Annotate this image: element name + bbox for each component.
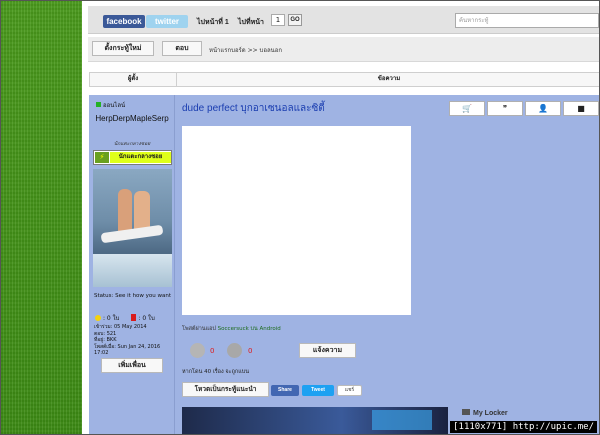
card-counts: : 0 ใบ : 0 ใบ [95, 313, 155, 323]
promote-topic-button[interactable]: โหวตเป็นกระทู้แนะนำ [182, 382, 269, 397]
embedded-video[interactable] [182, 126, 411, 315]
upic-watermark: [1110x771] http://upic.me/ [450, 421, 597, 433]
grass-background [0, 0, 82, 435]
action-bar: ตั้งกระทู้ใหม่ ตอบ หน้าแรกบอร์ด >> บอลนอ… [88, 36, 600, 62]
dislike-face-icon[interactable] [227, 343, 242, 358]
last-post-date: โพสต์เมื่อ: Sun Jan 24, 2016 17:02 [94, 343, 161, 357]
rank-title: นักแตะกลางซอย [113, 141, 151, 147]
page-info: ไปหน้าที่ 1 [197, 19, 229, 26]
breadcrumb[interactable]: หน้าแรกบอร์ด >> บอลนอก [209, 45, 282, 55]
yellow-card-count: : 0 ใบ [103, 315, 120, 322]
google-share-button[interactable]: แชร์ [337, 385, 362, 396]
posted-from: โพสต์ผ่านแอป Soccersuck บน Android [182, 325, 281, 333]
online-dot-icon [96, 102, 101, 107]
my-locker-label: My Locker [473, 410, 508, 417]
search-input[interactable]: ค้นหากระทู้ [455, 13, 599, 28]
facebook-button[interactable]: facebook [103, 15, 145, 28]
my-locker[interactable]: My Locker [462, 409, 508, 417]
user-icon[interactable]: 👤 [525, 101, 561, 116]
online-status: ออนไลน์ [96, 100, 125, 110]
avatar-water [93, 254, 172, 287]
forum-page: facebook twitter ไปหน้าที่ 1 ไปที่หน้า 1… [82, 0, 600, 435]
post-content: dude perfect บุกอาเซนอลและซิตี้ 🛒 ❞ 👤 ■ … [182, 95, 600, 435]
table-header: ผู้ตั้ง ข้อความ [89, 72, 600, 87]
rank-badge: ⚡ นักแตะกลางซอย [93, 150, 172, 165]
reply-button[interactable]: ตอบ [162, 41, 202, 56]
yellow-card-icon [95, 315, 101, 321]
signature-image [182, 407, 448, 435]
author-column-header: ผู้ตั้ง [90, 73, 177, 86]
new-topic-button[interactable]: ตั้งกระทู้ใหม่ [92, 41, 154, 56]
quote-icon[interactable]: ❞ [487, 101, 523, 116]
report-button[interactable]: แจ้งความ [299, 343, 356, 358]
message-column-header: ข้อความ [377, 76, 401, 82]
facebook-share-button[interactable]: Share [271, 385, 299, 396]
rank-badge-label: นักแตะกลางซอย [110, 152, 171, 163]
page-number-input[interactable]: 1 [271, 14, 285, 26]
message-icon[interactable]: ■ [563, 101, 599, 116]
locker-icon [462, 409, 470, 415]
online-label: ออนไลน์ [103, 102, 126, 109]
twitter-button[interactable]: twitter [146, 15, 188, 28]
signature-glow [372, 410, 432, 430]
kick-icon: ⚡ [95, 152, 109, 163]
red-card-icon [131, 314, 137, 321]
like-count: 0 [210, 347, 215, 355]
go-button[interactable]: GO [288, 14, 302, 26]
avatar [93, 169, 172, 287]
like-face-icon[interactable] [190, 343, 205, 358]
cart-icon[interactable]: 🛒 [449, 101, 485, 116]
red-card-count: : 0 ใบ [138, 315, 155, 322]
post-title[interactable]: dude perfect บุกอาเซนอลและซิตี้ [182, 101, 325, 116]
add-friend-button[interactable]: เพิ่มเพื่อน [101, 358, 163, 373]
tweet-button[interactable]: Tweet [302, 385, 334, 396]
ban-warning-text: หากโดน 40 เรื่อง จะถูกแบน [182, 369, 250, 375]
posted-from-prefix: โพสต์ผ่านแอป [182, 326, 218, 332]
post-tools: 🛒 ❞ 👤 ■ [449, 101, 600, 116]
username[interactable]: HerpDerpMapleSerp [92, 114, 172, 124]
avatar-board [100, 224, 164, 244]
post-row: ออนไลน์ HerpDerpMapleSerp นักแตะกลางซอย … [89, 95, 600, 435]
user-status: Status: See it how you want [94, 293, 172, 299]
top-bar: facebook twitter ไปหน้าที่ 1 ไปที่หน้า 1… [88, 6, 600, 34]
user-meta: เข้าร่วม: 05 May 2014 ตอบ: 521 ที่อยู่: … [94, 324, 174, 357]
goto-page-label: ไปที่หน้า [238, 19, 264, 26]
author-profile: ออนไลน์ HerpDerpMapleSerp นักแตะกลางซอย … [89, 95, 175, 435]
dislike-count: 0 [248, 347, 253, 355]
posted-from-app[interactable]: Soccersuck บน Android [218, 326, 281, 332]
